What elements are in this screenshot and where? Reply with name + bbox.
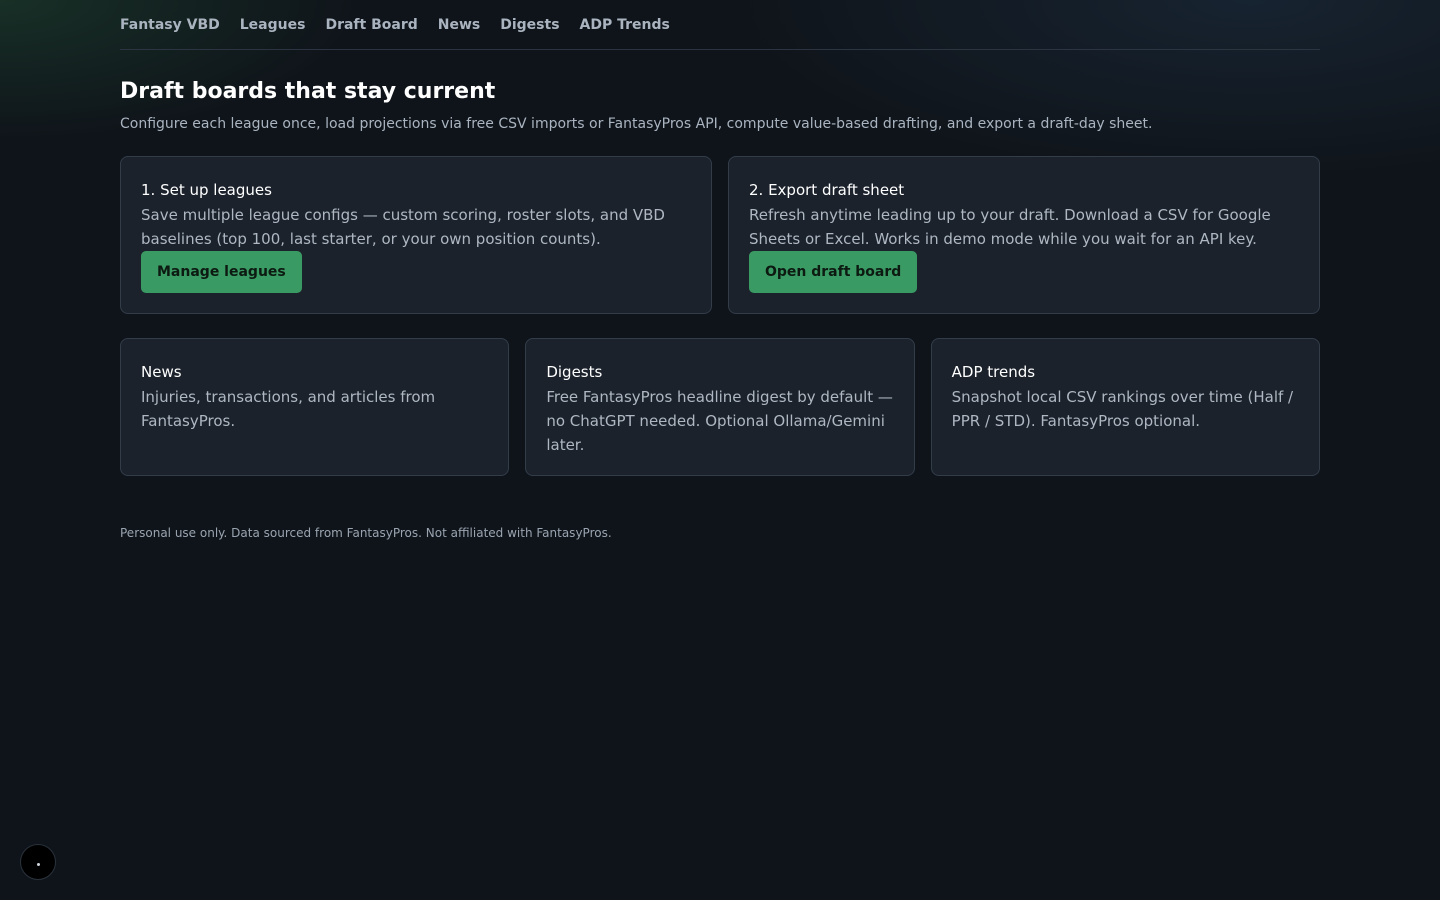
features-row: News Injuries, transactions, and article…	[120, 338, 1320, 476]
page-container: Fantasy VBD Leagues Draft Board News Dig…	[120, 0, 1320, 552]
card-title: ADP trends	[951, 363, 1036, 381]
nav-brand-fantasy-vbd[interactable]: Fantasy VBD	[120, 17, 220, 33]
nav-item-digests[interactable]: Digests	[500, 17, 559, 33]
manage-leagues-button[interactable]: Manage leagues	[141, 251, 302, 293]
steps-row: 1. Set up leagues Save multiple league c…	[120, 156, 1320, 314]
card-export-draft-sheet: 2. Export draft sheet Refresh anytime le…	[728, 156, 1320, 314]
card-news: News Injuries, transactions, and article…	[120, 338, 510, 476]
card-title: 2. Export draft sheet	[749, 181, 905, 199]
page-title: Draft boards that stay current	[120, 79, 496, 104]
card-description: Injuries, transactions, and articles fro…	[141, 388, 436, 430]
open-draft-board-button[interactable]: Open draft board	[749, 251, 918, 293]
nav-item-adp-trends[interactable]: ADP Trends	[580, 17, 670, 33]
card-description: Free FantasyPros headline digest by defa…	[546, 388, 893, 454]
page-subtitle: Configure each league once, load project…	[120, 116, 1153, 132]
footer-disclaimer: Personal use only. Data sourced from Fan…	[120, 526, 612, 540]
card-title: News	[141, 363, 182, 381]
nav-item-draft-board[interactable]: Draft Board	[325, 17, 417, 33]
card-title: 1. Set up leagues	[141, 181, 272, 199]
top-navigation: Fantasy VBD Leagues Draft Board News Dig…	[120, 0, 1320, 50]
card-description: Refresh anytime leading up to your draft…	[749, 206, 1271, 248]
card-set-up-leagues: 1. Set up leagues Save multiple league c…	[120, 156, 712, 314]
card-title: Digests	[546, 363, 603, 381]
card-adp-trends: ADP trends Snapshot local CSV rankings o…	[930, 338, 1320, 476]
dot-icon	[36, 863, 40, 866]
card-digests: Digests Free FantasyPros headline digest…	[525, 338, 915, 476]
nav-item-leagues[interactable]: Leagues	[240, 17, 306, 33]
card-description: Snapshot local CSV rankings over time (H…	[951, 388, 1294, 430]
nav-item-news[interactable]: News	[438, 17, 480, 33]
card-description: Save multiple league configs — custom sc…	[141, 206, 665, 248]
corner-floating-button[interactable]	[20, 844, 56, 880]
